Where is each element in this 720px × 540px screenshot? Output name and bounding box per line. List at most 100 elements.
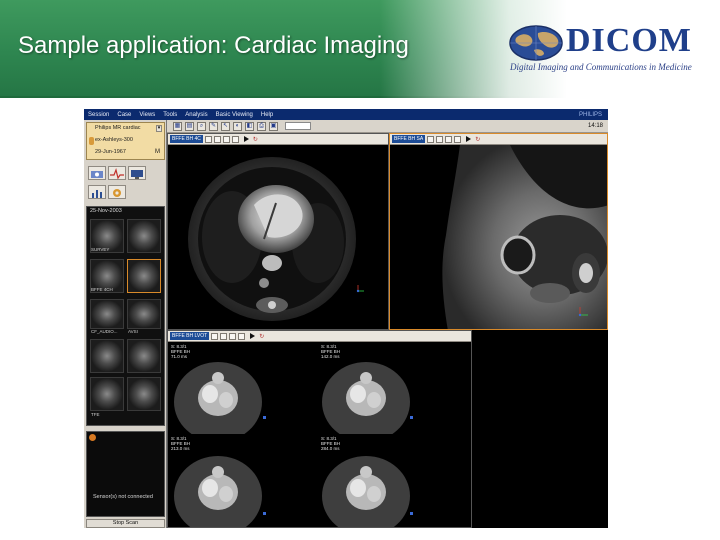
monitor-icon[interactable]: [128, 166, 146, 180]
thumbnail-label: SURVEY: [91, 247, 110, 252]
settings-icon[interactable]: [108, 185, 126, 199]
menu-views[interactable]: Views: [135, 112, 159, 118]
menu-session[interactable]: Session: [84, 112, 113, 118]
thumbnail-selected[interactable]: [127, 259, 161, 293]
patient-name: ex-Ashleys-300: [95, 137, 133, 143]
series-thumbnail-tray: 25-Nov-2003 SURVEY BFFE 4CH CF_AUDIO... …: [86, 206, 165, 426]
patient-sex: M: [155, 149, 160, 155]
thumbnail[interactable]: [90, 339, 124, 373]
main-toolbar: ▦ ▤ ⌕ ✎ ↖ ◐ ◧ ⎙ ▣ 14:18: [167, 120, 608, 133]
thumbnail-label: BFFE 4CH: [91, 287, 113, 292]
thumbnail[interactable]: [127, 377, 161, 411]
stop-scan-button[interactable]: Stop Scan: [86, 519, 165, 528]
window-level-icon[interactable]: ◧: [245, 121, 254, 131]
grid-icon[interactable]: [222, 135, 230, 143]
cine-icon[interactable]: ↻: [253, 136, 258, 143]
thumbnail-label: CF_AUDIO...: [91, 329, 118, 334]
menu-basic-viewing[interactable]: Basic Viewing: [212, 112, 257, 118]
layout-icon[interactable]: [220, 332, 228, 340]
lvot-frame[interactable]: S: 8.3/1 BFFE BH 213.0 ms: [168, 434, 318, 527]
warning-icon: [89, 434, 96, 441]
menu-case[interactable]: Case: [113, 112, 135, 118]
menu-bar: Session Case Views Tools Analysis Basic …: [84, 109, 608, 120]
chevron-down-icon[interactable]: ▾: [156, 125, 162, 132]
chart-icon[interactable]: [88, 185, 106, 199]
thumbnail-label: AVSI: [128, 329, 138, 334]
globe-icon: [509, 25, 563, 61]
pen-icon[interactable]: ✎: [209, 121, 218, 131]
lvot-frame[interactable]: S: 8.3/1 BFFE BH 142.0 ms: [318, 342, 471, 442]
thumbnail-label: TFE: [91, 412, 100, 417]
play-icon[interactable]: [466, 136, 472, 142]
patient-birth-date: 29-Jun-1967: [95, 149, 126, 155]
grid-layout-icon[interactable]: ▦: [173, 121, 182, 131]
list-icon[interactable]: [238, 332, 246, 340]
zoom-icon[interactable]: ⌕: [197, 121, 206, 131]
thumbnail[interactable]: [127, 299, 161, 329]
list-icon[interactable]: [231, 135, 239, 143]
slide-title: Sample application: Cardiac Imaging: [18, 32, 409, 59]
mri-lvot-image: [318, 342, 471, 442]
layout-icon[interactable]: [213, 135, 221, 143]
frame-overlay: S: 8.3/1 BFFE BH 213.0 ms: [171, 436, 191, 451]
copy-icon[interactable]: [211, 332, 219, 340]
play-icon[interactable]: [243, 136, 249, 142]
lvot-frame[interactable]: S: 8.3/1 BFFE BH 71.0 ms: [168, 342, 318, 442]
thumbnail[interactable]: [127, 219, 161, 253]
layout-icon[interactable]: [436, 135, 444, 143]
list-icon[interactable]: [454, 135, 462, 143]
thumbnail[interactable]: [127, 339, 161, 373]
ecg-icon[interactable]: [108, 166, 126, 180]
mri-short-axis-image: [390, 145, 607, 329]
viewport-header: BFFE BH SA ↻: [390, 134, 607, 145]
brand-label: PHILIPS: [578, 111, 602, 118]
empty-viewport-area: [472, 330, 608, 528]
frame-overlay: S: 8.3/1 BFFE BH 284.0 ms: [321, 436, 341, 451]
dicom-logo: DICOM Digital Imaging and Communications…: [508, 22, 708, 74]
viewport-series-name: BFFE BH SA: [392, 135, 426, 143]
lvot-frame[interactable]: S: 8.3/1 BFFE BH 284.0 ms: [318, 434, 471, 527]
lvot-frame-grid: S: 8.3/1 BFFE BH 71.0 ms S: 8.3/1 BFFE BH 14…: [168, 342, 471, 527]
viewport-lvot[interactable]: BFFE BH LVOT ↻ S: 8.3/1 BFFE BH 71.0 ms …: [167, 330, 472, 528]
pointer-icon[interactable]: ↖: [221, 121, 230, 131]
copy-icon[interactable]: [427, 135, 435, 143]
toolbar-field[interactable]: [285, 122, 311, 130]
patient-info[interactable]: Philips MR cardiac ▾ ex-Ashleys-300 29-J…: [86, 122, 165, 160]
copy-icon[interactable]: [204, 135, 212, 143]
sensor-status: Sensor(s) not connected: [93, 494, 153, 500]
layout-icon[interactable]: ▤: [185, 121, 194, 131]
patient-icon: [89, 137, 94, 145]
print-icon[interactable]: ⎙: [257, 121, 266, 131]
viewport-4-chamber[interactable]: BFFE BH 4C ↻: [167, 133, 389, 330]
patient-system: Philips MR cardiac: [95, 125, 141, 131]
menu-analysis[interactable]: Analysis: [181, 112, 211, 118]
left-panel: Philips MR cardiac ▾ ex-Ashleys-300 29-J…: [84, 120, 167, 528]
frame-overlay: S: 8.3/1 BFFE BH 142.0 ms: [321, 344, 341, 359]
thumbnail[interactable]: [90, 299, 124, 329]
grid-icon[interactable]: [229, 332, 237, 340]
mri-lvot-image: [168, 342, 318, 442]
menu-help[interactable]: Help: [257, 112, 277, 118]
save-icon[interactable]: ▣: [269, 121, 278, 131]
play-icon[interactable]: [250, 333, 256, 339]
logo-tagline: Digital Imaging and Communications in Me…: [510, 62, 692, 72]
viewport-header: BFFE BH LVOT ↻: [168, 331, 471, 342]
thumbnail[interactable]: [90, 377, 124, 411]
cardiac-viewer-window: Session Case Views Tools Analysis Basic …: [84, 109, 608, 528]
viewport-series-name: BFFE BH LVOT: [170, 332, 210, 340]
menu-tools[interactable]: Tools: [159, 112, 181, 118]
grid-icon[interactable]: [445, 135, 453, 143]
viewport-header: BFFE BH 4C ↻: [168, 134, 388, 145]
study-date: 25-Nov-2003: [90, 208, 122, 214]
contrast-icon[interactable]: ◐: [233, 121, 242, 131]
slide-header: Sample application: Cardiac Imaging DICO…: [0, 0, 720, 98]
cine-icon[interactable]: ↻: [259, 333, 264, 340]
viewport-series-name: BFFE BH 4C: [170, 135, 203, 143]
viewport-short-axis[interactable]: BFFE BH SA ↻: [389, 133, 608, 330]
logo-word: DICOM: [566, 22, 692, 59]
mri-4-chamber-image: [168, 145, 388, 329]
mri-lvot-image: [318, 434, 471, 527]
cine-icon[interactable]: ↻: [475, 136, 480, 143]
scanner-icon[interactable]: [88, 166, 106, 180]
clock: 14:18: [587, 123, 603, 129]
